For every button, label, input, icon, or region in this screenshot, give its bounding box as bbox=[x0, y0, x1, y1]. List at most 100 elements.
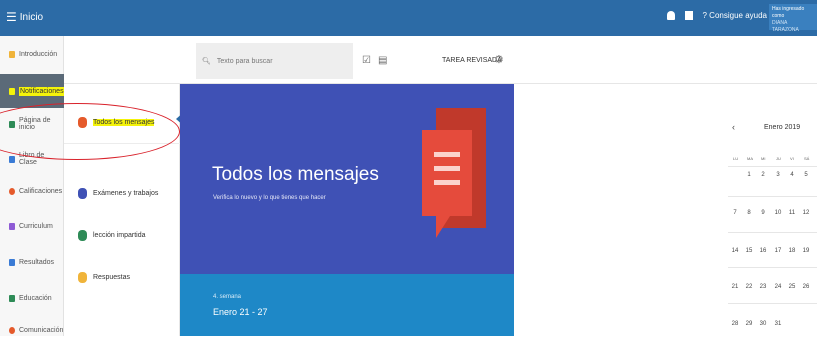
top-bar: ☰ Inicio ? Consigue ayuda Has ingresado … bbox=[0, 0, 817, 36]
sidebar-item-curriculum[interactable]: Curriculum bbox=[0, 216, 64, 236]
toolbar: 🔍︎ Texto para buscar ☑ ▤ TAREA REVISADA … bbox=[64, 36, 817, 84]
calendar-day[interactable]: 28 bbox=[730, 321, 740, 327]
sidebar-item-resultados[interactable]: Resultados bbox=[0, 252, 64, 272]
sidebar-item-label: Calificaciones bbox=[19, 187, 63, 195]
exam-icon bbox=[78, 187, 87, 199]
calendar-day[interactable]: 4 bbox=[787, 172, 797, 178]
calendar-day[interactable]: 10 bbox=[773, 210, 783, 216]
calendar-day[interactable]: 9 bbox=[758, 210, 768, 216]
check-box-icon[interactable]: ☑ bbox=[362, 55, 371, 66]
help-label: Consigue ayuda bbox=[709, 11, 767, 20]
star-icon bbox=[9, 50, 15, 58]
menu-button[interactable]: ☰ Inicio bbox=[6, 10, 43, 24]
category-label: Respuestas bbox=[93, 273, 130, 281]
lesson-icon bbox=[78, 229, 87, 241]
calendar-divider bbox=[728, 166, 817, 167]
search-input[interactable]: 🔍︎ Texto para buscar bbox=[196, 43, 353, 79]
sidebar: Introducción Notificaciones Página de in… bbox=[0, 36, 65, 336]
calendar-day[interactable]: 8 bbox=[744, 210, 754, 216]
search-icon: 🔍︎ bbox=[202, 58, 211, 65]
message-bubble-icon bbox=[422, 108, 486, 238]
calendar-day[interactable]: 3 bbox=[773, 172, 783, 178]
sidebar-item-pagina-inicio[interactable]: Página de inicio bbox=[0, 114, 64, 134]
calendar-dow: MI bbox=[761, 156, 766, 161]
hamburger-icon: ☰ bbox=[6, 10, 17, 24]
user-badge[interactable]: Has ingresado como DIANA TARAZONA bbox=[769, 4, 817, 33]
calendar-prev-button[interactable]: ‹ bbox=[732, 122, 735, 132]
calendar-day[interactable]: 17 bbox=[773, 248, 783, 254]
calendar-day[interactable]: 1 bbox=[744, 172, 754, 178]
calendar-divider bbox=[728, 267, 817, 268]
messages-hero: Todos los mensajes Verifica lo nuevo y l… bbox=[180, 84, 514, 336]
calendar-day[interactable]: 2 bbox=[758, 172, 768, 178]
calendar-day[interactable]: 22 bbox=[744, 284, 754, 290]
calendar-day[interactable]: 16 bbox=[758, 248, 768, 254]
calendar-day[interactable]: 12 bbox=[801, 210, 811, 216]
week-band bbox=[180, 274, 514, 336]
calendar-divider bbox=[728, 196, 817, 197]
sidebar-item-educacion[interactable]: Educación bbox=[0, 288, 64, 308]
calendar-day[interactable]: 26 bbox=[801, 284, 811, 290]
calendar-day[interactable]: 18 bbox=[787, 248, 797, 254]
calendar-day[interactable]: 24 bbox=[773, 284, 783, 290]
sidebar-item-comunicacion[interactable]: Comunicación bbox=[0, 320, 64, 340]
calendar-divider bbox=[728, 303, 817, 304]
clipboard-icon[interactable]: ▤ bbox=[378, 55, 387, 66]
grades-icon bbox=[9, 187, 15, 195]
status-filter[interactable]: TAREA REVISADA bbox=[442, 57, 502, 64]
category-leccion[interactable]: lección impartida bbox=[64, 214, 180, 256]
notes-icon[interactable] bbox=[684, 11, 693, 20]
calendar-day[interactable]: 14 bbox=[730, 248, 740, 254]
category-examenes[interactable]: Exámenes y trabajos bbox=[64, 172, 180, 214]
help-link[interactable]: ? Consigue ayuda bbox=[703, 11, 768, 20]
reply-icon bbox=[78, 271, 87, 283]
calendar-dow: JU bbox=[776, 156, 781, 161]
calendar-day[interactable]: 21 bbox=[730, 284, 740, 290]
category-respuestas[interactable]: Respuestas bbox=[64, 256, 180, 298]
sidebar-item-notificaciones[interactable]: Notificaciones bbox=[0, 74, 65, 108]
sidebar-item-label: Curriculum bbox=[19, 222, 53, 230]
calendar-day[interactable]: 19 bbox=[801, 248, 811, 254]
sidebar-item-label: Libro de Clase bbox=[19, 152, 45, 166]
calendar-day[interactable]: 31 bbox=[773, 321, 783, 327]
week-label: 4. semana bbox=[213, 294, 242, 300]
calendar-day[interactable]: 29 bbox=[744, 321, 754, 327]
message-categories: Todos los mensajes Exámenes y trabajos l… bbox=[64, 84, 184, 336]
hero-subtitle: Verifica lo nuevo y lo que tienes que ha… bbox=[213, 195, 326, 201]
category-label: lección impartida bbox=[93, 231, 146, 239]
bell-icon[interactable] bbox=[666, 11, 675, 20]
calendar-month: Enero 2019 bbox=[764, 124, 801, 131]
gear-icon[interactable]: ⚙ bbox=[494, 53, 504, 66]
sidebar-item-label: Resultados bbox=[19, 258, 55, 266]
user-name: DIANA TARAZONA bbox=[772, 20, 799, 33]
user-line1: Has ingresado como bbox=[772, 6, 805, 19]
all-messages-icon bbox=[78, 117, 87, 128]
menu-label: Inicio bbox=[19, 11, 44, 23]
calendar-dow: LU bbox=[733, 156, 739, 161]
book-icon bbox=[9, 155, 15, 163]
calendar-day[interactable]: 15 bbox=[744, 248, 754, 254]
home-icon bbox=[9, 120, 15, 128]
calendar-day[interactable]: 11 bbox=[787, 210, 797, 216]
sidebar-item-label: Educación bbox=[19, 294, 52, 302]
calendar-day[interactable]: 7 bbox=[730, 210, 740, 216]
education-icon bbox=[9, 294, 15, 302]
search-placeholder: Texto para buscar bbox=[216, 57, 273, 65]
week-range: Enero 21 - 27 bbox=[213, 307, 268, 317]
sidebar-item-calificaciones[interactable]: Calificaciones bbox=[0, 181, 64, 201]
calendar-day[interactable]: 5 bbox=[801, 172, 811, 178]
chat-icon bbox=[9, 326, 15, 334]
hero-title: Todos los mensajes bbox=[212, 164, 379, 185]
calendar: ‹ Enero 2019 LU MA MI JU VI SÁ 1 2 3 4 5… bbox=[722, 84, 817, 336]
bell-icon bbox=[9, 87, 15, 95]
calendar-dow: MA bbox=[747, 156, 753, 161]
calendar-day[interactable]: 23 bbox=[758, 284, 768, 290]
sidebar-item-libro-clase[interactable]: Libro de Clase bbox=[0, 149, 64, 169]
sidebar-item-introduccion[interactable]: Introducción bbox=[0, 44, 64, 64]
calendar-dow: VI bbox=[790, 156, 794, 161]
calendar-day-selected[interactable]: 25 bbox=[787, 284, 797, 290]
category-todos[interactable]: Todos los mensajes bbox=[64, 102, 180, 144]
calendar-day[interactable]: 30 bbox=[758, 321, 768, 327]
calendar-dow: SÁ bbox=[804, 156, 810, 161]
curriculum-icon bbox=[9, 222, 15, 230]
